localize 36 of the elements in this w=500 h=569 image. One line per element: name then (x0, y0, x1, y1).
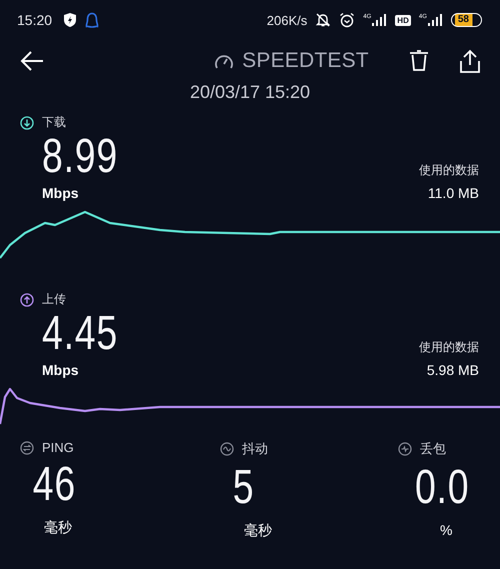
data-used-value: 5.98 MB (426, 362, 479, 378)
speed-unit: Mbps (42, 362, 80, 378)
network-speed: 206K/s (266, 12, 308, 28)
section-label: 下载 (42, 114, 66, 131)
stat-value: 46 (32, 459, 77, 511)
shield-icon (63, 12, 78, 28)
alarm-icon (339, 12, 356, 28)
data-used-label: 使用的数据 (419, 339, 479, 356)
stat-unit: % (439, 522, 454, 538)
test-date: 20/03/17 15:20 (190, 82, 310, 104)
data-used-label: 使用的数据 (419, 162, 479, 179)
data-used-value: 11.0 MB (428, 185, 479, 201)
app-title: SPEEDTEST (242, 49, 369, 73)
speed-unit: Mbps (42, 185, 80, 201)
signal-icon (371, 14, 388, 26)
trash-icon[interactable] (408, 50, 429, 72)
stat-unit: 毫秒 (43, 519, 73, 537)
stat-value: 5 (232, 462, 256, 514)
stat-label: PING (42, 440, 74, 455)
stat-label: 抖动 (242, 440, 268, 458)
share-icon[interactable] (458, 49, 481, 73)
jitter-icon (220, 442, 234, 456)
stat-value: 0.0 (414, 462, 470, 514)
status-time: 15:20 (17, 12, 52, 28)
speed-value: 4.45 (42, 308, 118, 360)
ping-icon (20, 440, 34, 454)
signal-icon (426, 14, 443, 26)
stat-label: 丢包 (420, 440, 446, 458)
loss-icon (398, 442, 412, 456)
section-label: 上传 (42, 291, 66, 308)
back-arrow-icon[interactable] (20, 51, 44, 71)
battery-indicator: 58 (450, 13, 482, 27)
hd-badge: HD (395, 14, 411, 26)
stat-unit: 毫秒 (243, 522, 273, 540)
speed-value: 8.99 (42, 131, 118, 183)
muted-bell-icon (315, 12, 332, 28)
